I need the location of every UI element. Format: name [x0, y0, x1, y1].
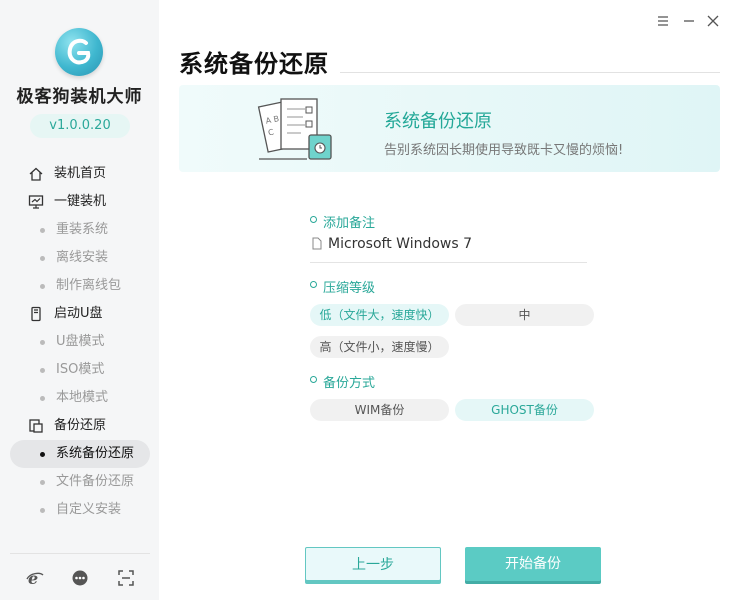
sidebar-item-iso-mode[interactable]: ISO模式 [0, 356, 159, 384]
sidebar-item-label: 本地模式 [56, 390, 109, 405]
title-divider [340, 72, 720, 73]
bullet [40, 508, 45, 513]
version-badge: v1.0.0.20 [30, 114, 130, 138]
sidebar-item-one-click-install[interactable]: 一键装机 [0, 188, 159, 216]
method-label: 备份方式 [310, 372, 375, 391]
sidebar-item-backup-restore[interactable]: 备份还原 [0, 412, 159, 440]
compression-option-low[interactable]: 低（文件大，速度快） [310, 304, 449, 326]
bullet [40, 256, 45, 261]
note-label-text: 添加备注 [323, 216, 376, 231]
sidebar-item-offline-install[interactable]: 离线安装 [0, 244, 159, 272]
monitor-icon [28, 195, 44, 209]
note-label: 添加备注 [310, 212, 375, 231]
sidebar-item-file-backup-restore[interactable]: 文件备份还原 [0, 468, 159, 496]
sidebar-item-custom-install[interactable]: 自定义安装 [0, 496, 159, 524]
sidebar-item-label: 备份还原 [54, 418, 107, 433]
bullet [40, 368, 45, 373]
minimize-icon[interactable] [680, 12, 698, 30]
bullet [40, 480, 45, 485]
sidebar-item-reinstall[interactable]: 重装系统 [0, 216, 159, 244]
method-option-ghost[interactable]: GHOST备份 [455, 399, 594, 421]
compression-option-high[interactable]: 高（文件小，速度慢） [310, 336, 449, 358]
sidebar-item-label: U盘模式 [56, 334, 105, 349]
sidebar-item-usb-mode[interactable]: U盘模式 [0, 328, 159, 356]
sidebar-item-system-backup-restore[interactable]: 系统备份还原 [0, 440, 159, 468]
svg-text:e: e [28, 569, 38, 587]
sidebar-item-home[interactable]: 装机首页 [0, 160, 159, 188]
section-marker-icon [310, 216, 317, 223]
method-label-text: 备份方式 [323, 376, 376, 391]
compression-label: 压缩等级 [310, 277, 375, 296]
usb-icon [31, 306, 41, 322]
section-marker-icon [310, 281, 317, 288]
sidebar-item-label: 装机首页 [54, 166, 107, 181]
start-backup-button[interactable]: 开始备份 [465, 547, 601, 581]
banner-subtitle: 告别系统因长期使用导致既卡又慢的烦恼! [384, 143, 624, 158]
sidebar: 极客狗装机大师 v1.0.0.20 装机首页 一键装机 重装系统 离线安装 制作… [0, 0, 159, 600]
menu-icon[interactable] [654, 12, 672, 30]
method-option-wim[interactable]: WIM备份 [310, 399, 449, 421]
bullet [40, 228, 45, 233]
compression-option-medium[interactable]: 中 [455, 304, 594, 326]
note-input-value[interactable]: Microsoft Windows 7 [328, 236, 472, 252]
bullet [40, 340, 45, 345]
document-icon [312, 237, 322, 250]
sidebar-item-label: 制作离线包 [56, 278, 122, 293]
compression-label-text: 压缩等级 [323, 281, 376, 296]
sidebar-item-boot-usb[interactable]: 启动U盘 [0, 300, 159, 328]
bullet [40, 284, 45, 289]
bullet [40, 396, 45, 401]
previous-step-button[interactable]: 上一步 [305, 547, 441, 581]
sidebar-item-label: 重装系统 [56, 222, 109, 237]
note-field[interactable]: Microsoft Windows 7 [310, 233, 587, 263]
section-marker-icon [310, 376, 317, 383]
sidebar-item-label: 系统备份还原 [56, 446, 135, 461]
banner-title: 系统备份还原 [384, 111, 492, 132]
bullet [40, 452, 45, 457]
sidebar-item-label: 一键装机 [54, 194, 107, 209]
fullscreen-icon[interactable] [117, 569, 135, 587]
page-title: 系统备份还原 [179, 50, 329, 78]
chat-icon[interactable] [71, 569, 89, 587]
sidebar-item-label: ISO模式 [56, 362, 105, 377]
sidebar-item-make-offline-package[interactable]: 制作离线包 [0, 272, 159, 300]
sidebar-item-label: 离线安装 [56, 250, 109, 265]
close-icon[interactable] [704, 12, 722, 30]
sidebar-item-label: 启动U盘 [54, 306, 103, 321]
banner: A B C 系统备份还原 告别系统因长期使用导致既卡又慢的烦恼! [179, 85, 720, 172]
documents-illustration: A B C [257, 98, 332, 160]
app-name: 极客狗装机大师 [16, 87, 143, 107]
home-icon [29, 167, 43, 181]
sidebar-item-local-mode[interactable]: 本地模式 [0, 384, 159, 412]
app-logo [55, 28, 103, 76]
sidebar-nav: 装机首页 一键装机 重装系统 离线安装 制作离线包 启动U盘 U盘模式 ISO模… [0, 160, 159, 524]
sidebar-item-label: 自定义安装 [56, 502, 122, 517]
backup-icon [29, 419, 43, 433]
sidebar-item-label: 文件备份还原 [56, 474, 135, 489]
sidebar-divider [10, 553, 150, 554]
browser-icon[interactable]: e [26, 569, 44, 587]
